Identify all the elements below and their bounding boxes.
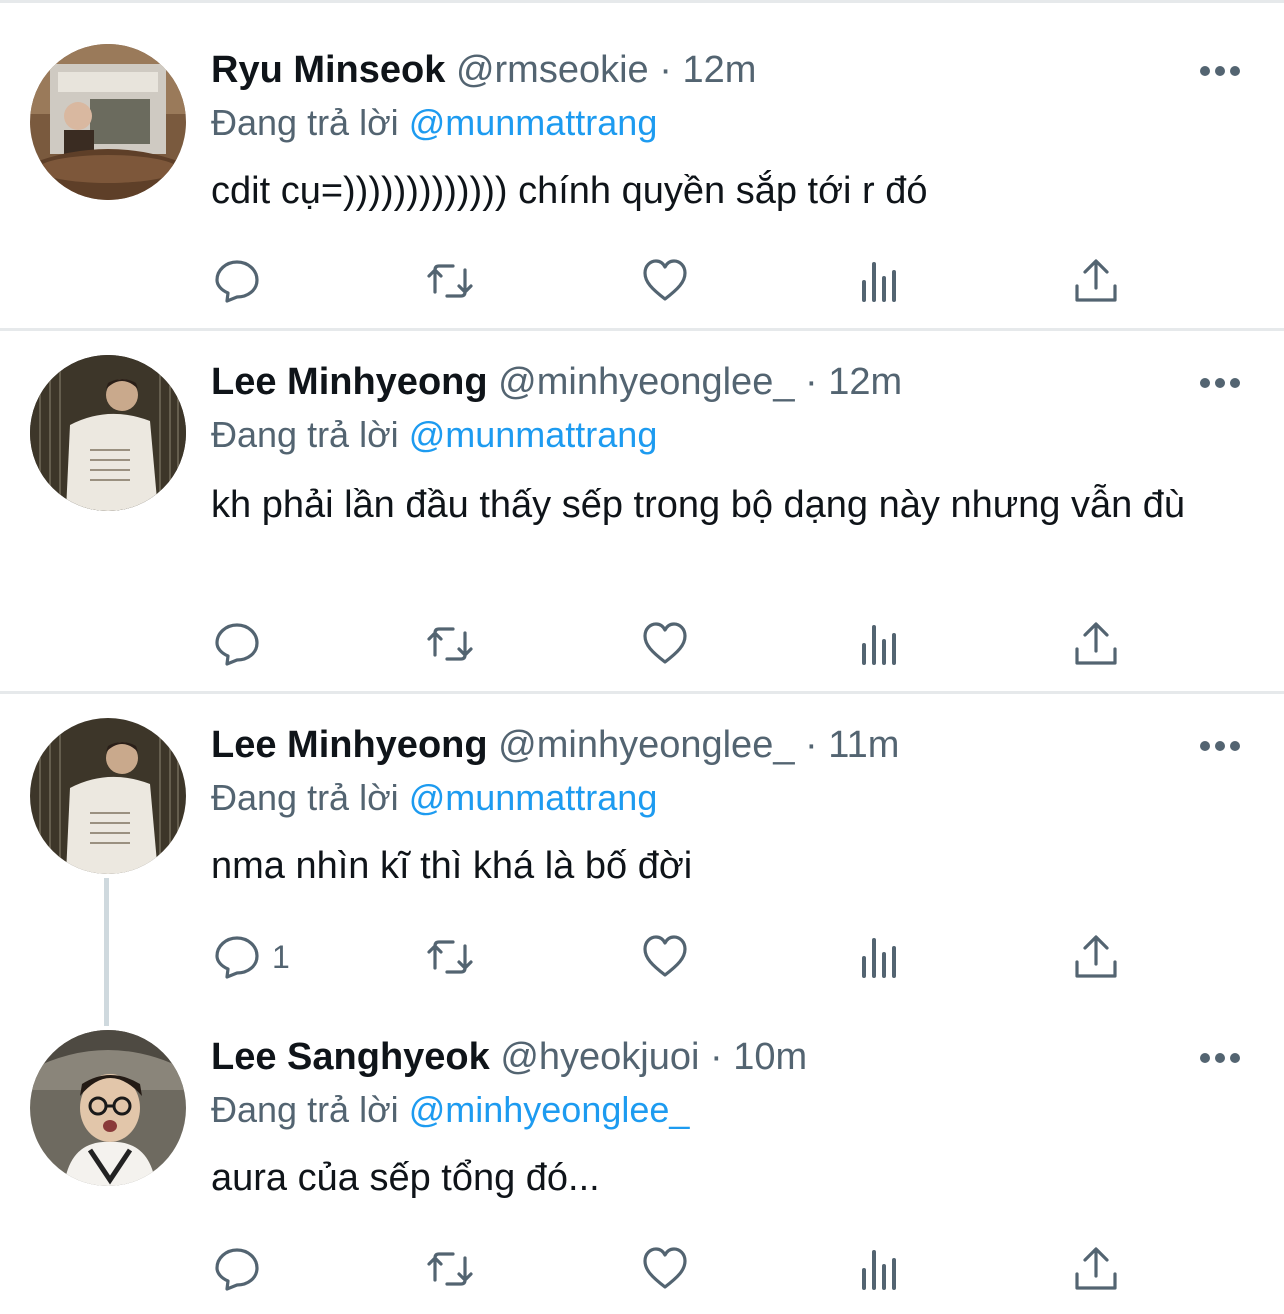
analytics-button[interactable]	[858, 619, 904, 669]
timestamp[interactable]: 11m	[828, 724, 899, 766]
like-button[interactable]	[642, 1244, 688, 1294]
retweet-icon	[427, 627, 473, 661]
reply-icon	[215, 1248, 259, 1291]
tweet-4[interactable]: Lee Sanghyeok @hyeokjuoi · 10m Đang trả …	[0, 1006, 1284, 1314]
reply-mention-link[interactable]: @minhyeonglee_	[409, 1089, 690, 1130]
more-options-icon[interactable]	[1198, 373, 1242, 393]
retweet-button[interactable]	[427, 1244, 473, 1294]
display-name[interactable]: Ryu Minseok	[211, 49, 445, 91]
tweet-actions: 1	[0, 932, 1284, 982]
tweet-header: Ryu Minseok @rmseokie · 12m	[211, 48, 756, 92]
replying-to: Đang trả lời @munmattrang	[211, 413, 657, 457]
retweet-icon	[427, 264, 473, 298]
timestamp[interactable]: 12m	[682, 49, 756, 91]
retweet-button[interactable]	[427, 932, 473, 982]
heart-icon	[643, 935, 687, 977]
analytics-button[interactable]	[858, 1244, 904, 1294]
share-icon	[1075, 1247, 1117, 1290]
tweet-text: kh phải lần đầu thấy sếp trong bộ dạng n…	[211, 484, 1186, 526]
replying-to: Đang trả lời @munmattrang	[211, 101, 657, 145]
retweet-icon	[427, 940, 473, 974]
user-handle[interactable]: @minhyeonglee_	[498, 724, 794, 766]
analytics-icon	[862, 262, 896, 302]
tweet-actions	[0, 256, 1284, 306]
analytics-button[interactable]	[858, 932, 904, 982]
replying-to: Đang trả lời @munmattrang	[211, 776, 657, 820]
avatar[interactable]	[30, 1030, 186, 1186]
share-button[interactable]	[1073, 932, 1119, 982]
separator-dot: ·	[805, 724, 818, 766]
tweet-2[interactable]: Lee Minhyeong @minhyeonglee_ · 12m Đang …	[0, 331, 1284, 691]
like-button[interactable]	[642, 256, 688, 306]
separator-dot: ·	[805, 361, 818, 403]
share-button[interactable]	[1073, 1244, 1119, 1294]
reply-icon	[215, 936, 259, 979]
more-options-icon[interactable]	[1198, 1048, 1242, 1068]
reply-mention-link[interactable]: @munmattrang	[409, 777, 658, 818]
avatar[interactable]	[30, 44, 186, 200]
share-icon	[1075, 259, 1117, 302]
share-button[interactable]	[1073, 619, 1119, 669]
tweet-header: Lee Minhyeong @minhyeonglee_ · 12m	[211, 360, 902, 404]
avatar[interactable]	[30, 355, 186, 511]
separator-dot: ·	[659, 49, 672, 91]
tweet-text: nma nhìn kĩ thì khá là bố đời	[211, 845, 693, 887]
replying-to-label: Đang trả lời	[211, 1089, 399, 1130]
timestamp[interactable]: 12m	[828, 361, 902, 403]
more-options-icon[interactable]	[1198, 61, 1242, 81]
display-name[interactable]: Lee Minhyeong	[211, 724, 488, 766]
retweet-button[interactable]	[427, 256, 473, 306]
display-name[interactable]: Lee Minhyeong	[211, 361, 488, 403]
replying-to-label: Đang trả lời	[211, 777, 399, 818]
reply-icon	[215, 623, 259, 666]
share-icon	[1075, 935, 1117, 978]
tweet-header: Lee Sanghyeok @hyeokjuoi · 10m	[211, 1035, 807, 1079]
tweet-text: cdit cụ=))))))))))))) chính quyền sắp tớ…	[211, 170, 928, 212]
avatar[interactable]	[30, 718, 186, 874]
reply-mention-link[interactable]: @munmattrang	[409, 102, 658, 143]
user-handle[interactable]: @rmseokie	[456, 49, 649, 91]
more-options-icon[interactable]	[1198, 736, 1242, 756]
reply-button[interactable]: 1	[214, 932, 290, 982]
heart-icon	[643, 1247, 687, 1289]
reply-mention-link[interactable]: @munmattrang	[409, 414, 658, 455]
analytics-icon	[862, 938, 896, 978]
like-button[interactable]	[642, 619, 688, 669]
tweet-1[interactable]: Ryu Minseok @rmseokie · 12m Đang trả lời…	[0, 0, 1284, 328]
tweet-header: Lee Minhyeong @minhyeonglee_ · 11m	[211, 723, 899, 767]
reply-button[interactable]	[214, 619, 272, 669]
tweet-actions	[0, 619, 1284, 669]
user-handle[interactable]: @hyeokjuoi	[500, 1036, 699, 1078]
replying-to-label: Đang trả lời	[211, 414, 399, 455]
share-icon	[1075, 622, 1117, 665]
reply-icon	[215, 260, 259, 303]
like-button[interactable]	[642, 932, 688, 982]
analytics-button[interactable]	[858, 256, 904, 306]
heart-icon	[643, 259, 687, 301]
reply-button[interactable]	[214, 256, 272, 306]
user-handle[interactable]: @minhyeonglee_	[498, 361, 794, 403]
separator-dot: ·	[710, 1036, 723, 1078]
timestamp[interactable]: 10m	[733, 1036, 807, 1078]
retweet-icon	[427, 1252, 473, 1286]
display-name[interactable]: Lee Sanghyeok	[211, 1036, 490, 1078]
heart-icon	[643, 622, 687, 664]
tweet-text: aura của sếp tổng đó...	[211, 1157, 600, 1199]
replying-to-label: Đang trả lời	[211, 102, 399, 143]
reply-button[interactable]	[214, 1244, 272, 1294]
reply-count: 1	[272, 938, 290, 975]
tweet-3[interactable]: Lee Minhyeong @minhyeonglee_ · 11m Đang …	[0, 694, 1284, 1014]
analytics-icon	[862, 1250, 896, 1290]
analytics-icon	[862, 625, 896, 665]
replying-to: Đang trả lời @minhyeonglee_	[211, 1088, 689, 1132]
tweet-actions	[0, 1244, 1284, 1294]
share-button[interactable]	[1073, 256, 1119, 306]
retweet-button[interactable]	[427, 619, 473, 669]
